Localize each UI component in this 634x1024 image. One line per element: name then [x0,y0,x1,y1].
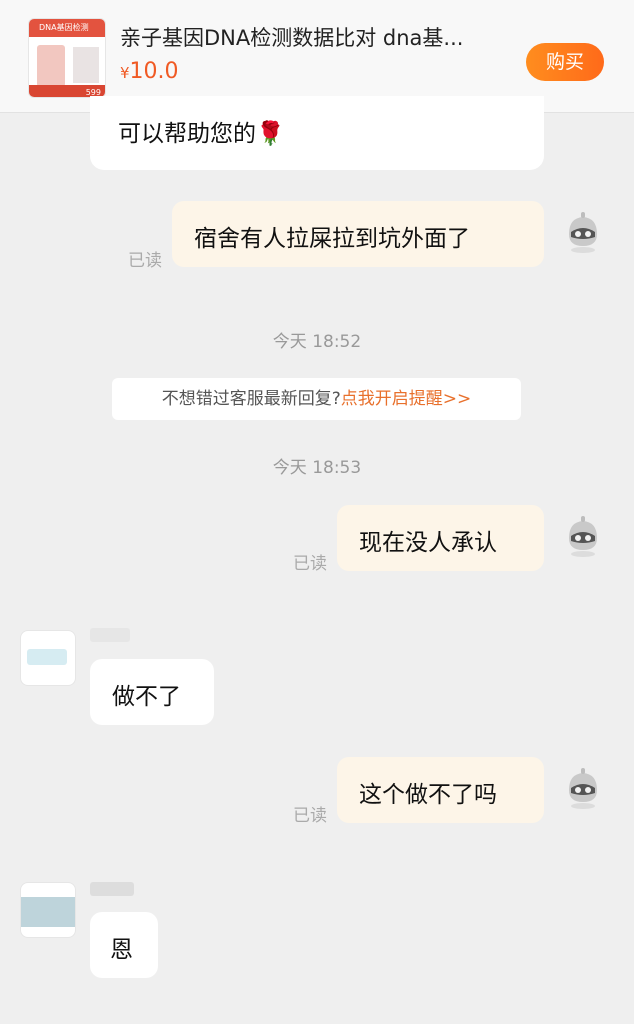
message-bubble-received: 恩 [90,912,158,978]
message-text: 这个做不了吗 [359,782,497,808]
message-text: 宿舍有人拉屎拉到坑外面了 [194,226,470,252]
thumbnail-blur-block [73,47,99,83]
read-status: 已读 [293,806,327,826]
thumbnail-band-text: DNA基因检测 [39,23,89,32]
message-text: 现在没人承认 [359,530,497,556]
message-bubble-sent: 这个做不了吗 [337,757,544,823]
product-thumbnail[interactable]: DNA基因检测 599 [28,18,106,98]
service-logo-icon [21,897,75,927]
read-status: 已读 [128,251,162,271]
price-value: 10.0 [129,59,179,84]
service-avatar[interactable] [20,630,76,686]
timestamp: 今天 18:53 [272,458,362,478]
user-avatar-icon[interactable] [561,766,605,810]
user-avatar-icon[interactable] [561,514,605,558]
service-logo-icon [27,649,67,665]
product-price: ¥10.0 [120,59,179,84]
message-text: 做不了 [112,684,181,710]
reminder-text: 不想错过客服最新回复? [161,389,341,409]
service-name-redacted [90,882,134,896]
service-name-redacted [90,628,130,642]
message-bubble-received: 做不了 [90,659,214,725]
reminder-notice[interactable]: 不想错过客服最新回复?点我开启提醒>> [112,378,521,420]
message-text: 可以帮助您的🌹 [118,121,285,147]
buy-button[interactable]: 购买 [526,43,604,81]
read-status: 已读 [293,554,327,574]
currency-symbol: ¥ [120,64,130,82]
message-bubble-sent: 现在没人承认 [337,505,544,571]
message-bubble-received: 可以帮助您的🌹 [90,96,544,170]
reminder-link[interactable]: 点我开启提醒>> [341,389,472,409]
thumbnail-blur-image [37,45,65,87]
user-avatar-icon[interactable] [561,210,605,254]
timestamp: 今天 18:52 [272,332,362,352]
service-avatar[interactable] [20,882,76,938]
message-text: 恩 [110,937,133,963]
message-bubble-sent: 宿舍有人拉屎拉到坑外面了 [172,201,544,267]
product-title[interactable]: 亲子基因DNA检测数据比对 dna基... [120,22,505,52]
